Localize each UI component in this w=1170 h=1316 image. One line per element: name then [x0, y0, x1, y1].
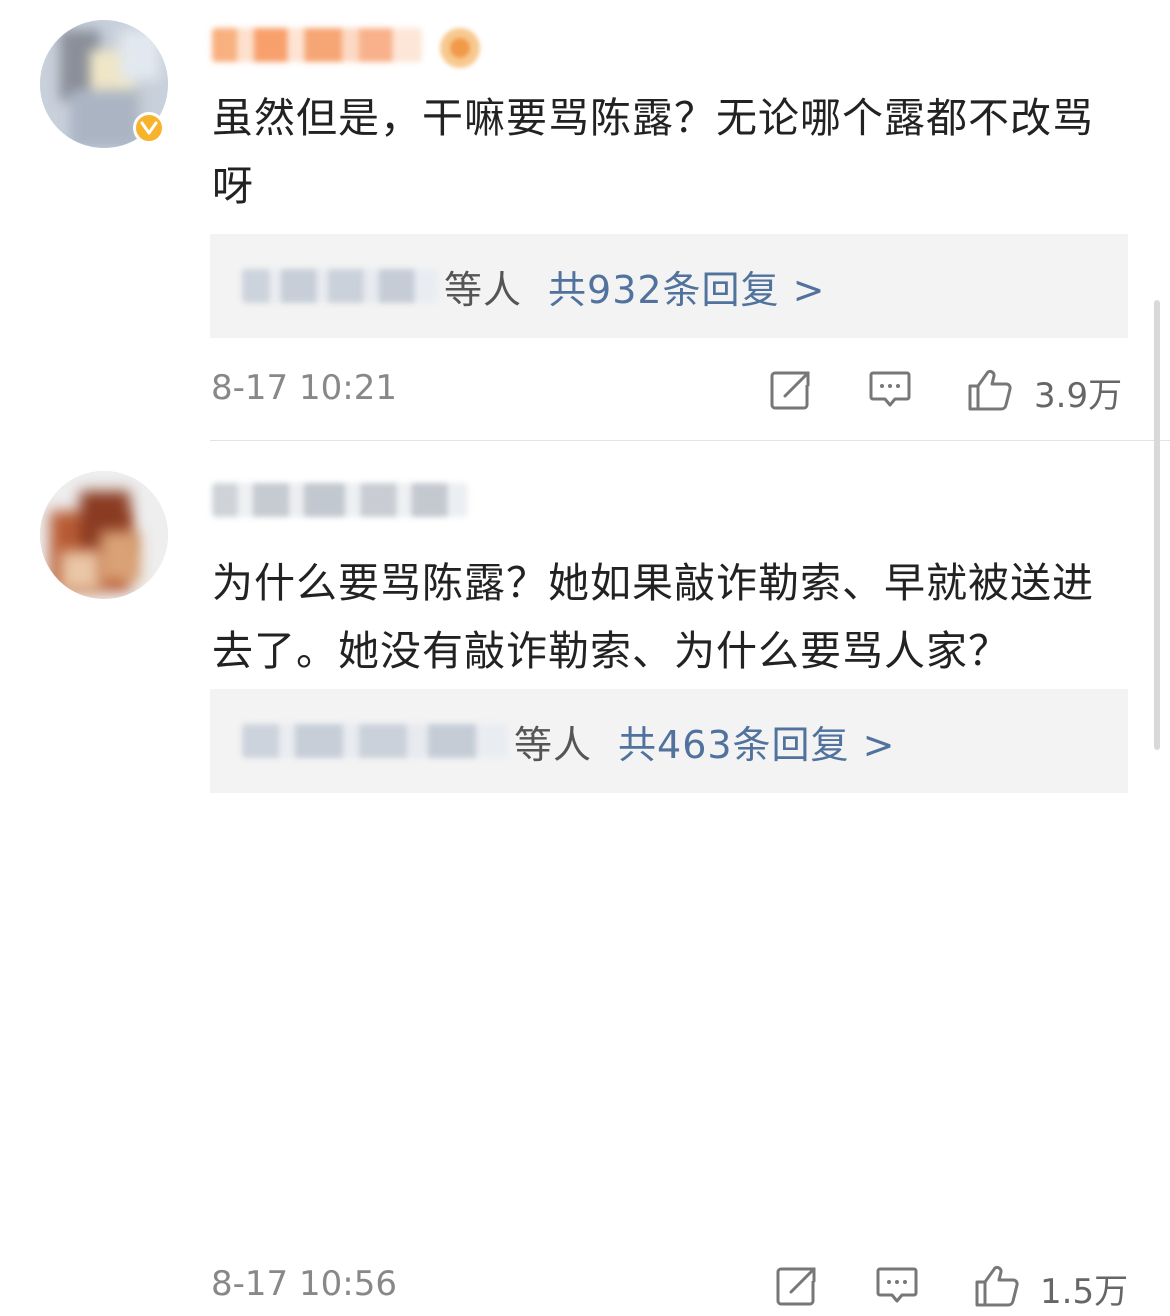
comment-text: 虽然但是，干嘛要骂陈露？无论哪个露都不改骂呀	[212, 94, 1094, 210]
thumbs-up-icon[interactable]	[966, 366, 1014, 414]
medal-icon	[440, 28, 480, 68]
comment-meta: 8-17 10:56 1.5万	[0, 1256, 1170, 1316]
replies-preview[interactable]: 等人 共463条回复 >	[210, 689, 1128, 793]
comment-icon[interactable]	[873, 1262, 921, 1310]
view-replies-link[interactable]: 共463条回复 >	[618, 714, 895, 769]
reply-suffix: 等人	[514, 722, 593, 767]
avatar[interactable]	[40, 471, 168, 599]
comment-item-2: 为什么要骂陈露？她如果敲诈勒索、早就被送进去了。她没有敲诈勒索、为什么要骂人家？…	[0, 441, 1170, 1312]
timestamp: 8-17 10:21	[211, 368, 397, 408]
comment-meta: 8-17 10:21 3.9万	[0, 360, 1170, 420]
comment-text: 为什么要骂陈露？她如果敲诈勒索、早就被送进去了。她没有敲诈勒索、为什么要骂人家？	[212, 559, 1094, 675]
share-icon[interactable]	[766, 366, 814, 414]
share-icon[interactable]	[772, 1262, 820, 1310]
timestamp: 8-17 10:56	[211, 1264, 397, 1304]
verified-badge-icon	[133, 112, 165, 144]
like-count: 1.5万	[1040, 1272, 1129, 1312]
scrollbar[interactable]	[1154, 300, 1160, 750]
comment-item-1: 虽然但是，干嘛要骂陈露？无论哪个露都不改骂呀 等人 共932条回复 > 8-17…	[0, 0, 1170, 440]
username[interactable]	[212, 28, 422, 62]
username[interactable]	[212, 483, 468, 517]
view-replies-link[interactable]: 共932条回复 >	[548, 259, 825, 314]
like-count: 3.9万	[1034, 376, 1123, 416]
replies-preview[interactable]: 等人 共932条回复 >	[210, 234, 1128, 338]
thumbs-up-icon[interactable]	[973, 1262, 1021, 1310]
reply-suffix: 等人	[444, 267, 523, 312]
reply-user-names	[242, 269, 438, 303]
comment-icon[interactable]	[866, 366, 914, 414]
reply-user-names	[242, 724, 508, 758]
